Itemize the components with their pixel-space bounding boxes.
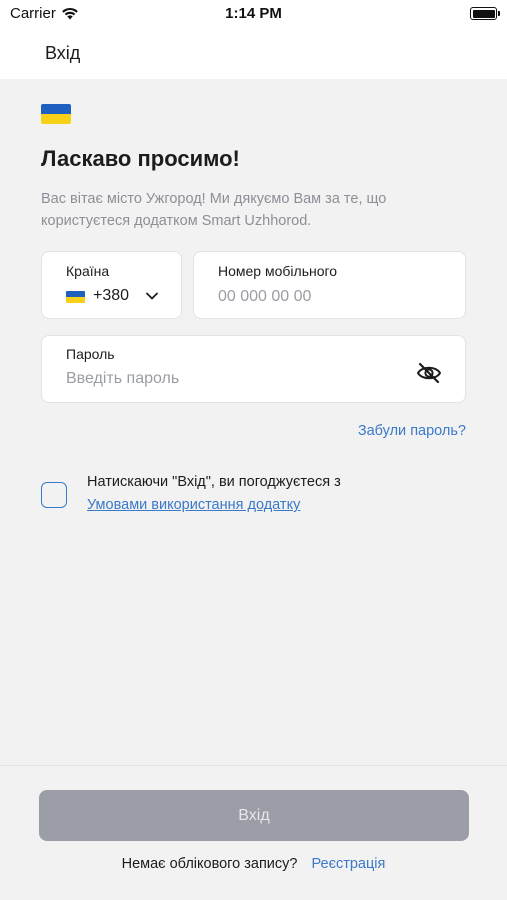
wifi-icon — [62, 7, 78, 20]
terms-text: Натискаючи "Вхід", ви погоджуєтеся з — [87, 474, 341, 490]
ukraine-flag-icon — [66, 291, 85, 303]
battery-icon — [470, 7, 500, 20]
nav-bar: Вхід — [0, 27, 507, 79]
country-code: +380 — [93, 287, 130, 304]
ukraine-flag-icon — [41, 104, 71, 124]
register-link[interactable]: Реєстрація — [311, 856, 385, 872]
password-label: Пароль — [66, 346, 115, 362]
country-selector[interactable]: Країна +380 — [41, 251, 182, 319]
forgot-password-link[interactable]: Забули пароль? — [358, 423, 466, 439]
chevron-down-icon[interactable] — [145, 289, 159, 303]
password-field[interactable]: Пароль — [41, 335, 466, 403]
welcome-title: Ласкаво просимо! — [41, 146, 240, 171]
carrier-label: Carrier — [10, 5, 56, 22]
phone-input[interactable] — [218, 286, 448, 308]
footer: Немає облікового запису? Реєстрація — [0, 856, 507, 872]
status-bar: Carrier 1:14 PM — [0, 0, 507, 27]
welcome-subtitle: Вас вітає місто Ужгород! Ми дякуємо Вам … — [41, 191, 387, 229]
status-left: Carrier — [10, 5, 79, 22]
nav-title: Вхід — [45, 42, 81, 63]
eye-off-icon[interactable] — [416, 362, 442, 384]
password-input[interactable] — [66, 368, 396, 390]
country-label: Країна — [66, 263, 110, 279]
bottom-divider — [0, 765, 507, 766]
terms-link[interactable]: Умовами використання додатку — [87, 497, 300, 513]
terms-checkbox[interactable] — [41, 482, 67, 508]
login-button[interactable]: Вхід — [39, 790, 469, 841]
no-account-text: Немає облікового запису? — [121, 856, 298, 872]
phone-label: Номер мобільного — [218, 263, 338, 279]
phone-field[interactable]: Номер мобільного — [193, 251, 466, 319]
